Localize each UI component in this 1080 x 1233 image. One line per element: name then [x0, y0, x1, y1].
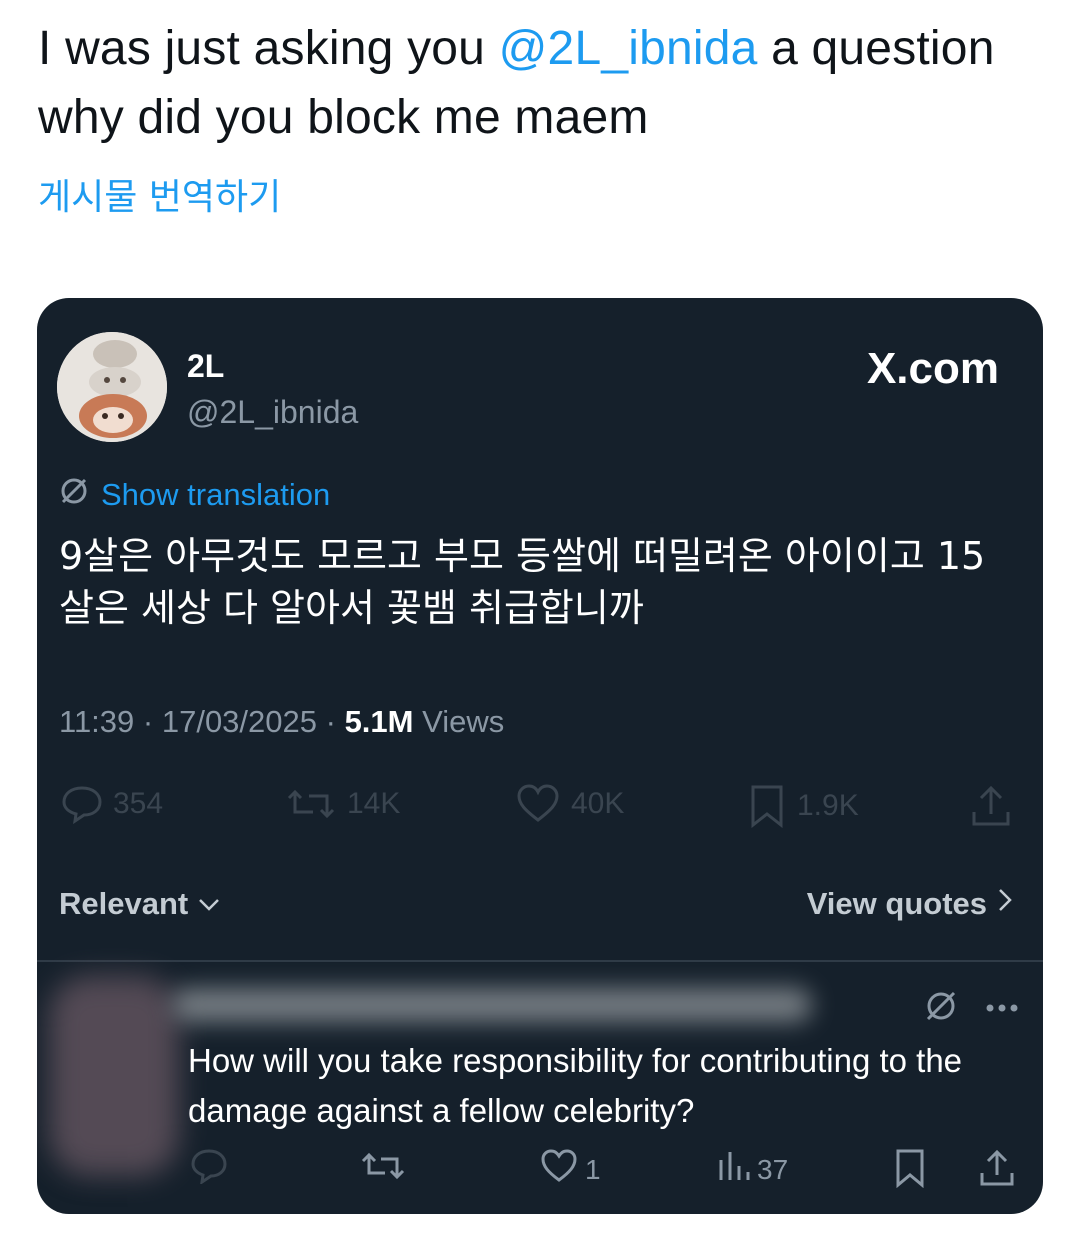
chevron-down-icon — [196, 886, 222, 922]
show-translation-label: Show translation — [101, 477, 331, 512]
post-meta: 11:39 · 17/03/2025 · 5.1M Views — [59, 704, 504, 740]
view-quotes-link[interactable]: View quotes — [807, 886, 1013, 922]
show-translation-link[interactable]: Show translation — [59, 476, 330, 514]
chevron-right-icon — [997, 886, 1013, 922]
more-options-icon[interactable] — [985, 1000, 1019, 1018]
post-actions: 354 14K 40K 1.9K — [59, 784, 1019, 828]
site-label: X.com — [866, 344, 999, 393]
reply-views-button[interactable]: 37 — [717, 1148, 788, 1191]
author-name[interactable]: 2L — [187, 348, 224, 385]
translate-icon[interactable] — [923, 988, 959, 1029]
bookmark-icon — [893, 1148, 927, 1195]
bookmark-button[interactable]: 1.9K — [747, 784, 859, 828]
tweet-text-before: I was just asking you — [38, 22, 499, 75]
bookmark-icon — [747, 784, 787, 828]
share-button[interactable] — [969, 784, 1013, 828]
reply-share-button[interactable] — [977, 1148, 1017, 1195]
views-icon — [717, 1148, 751, 1191]
views-count: 5.1M — [344, 704, 414, 739]
translate-icon — [59, 476, 89, 514]
meta-separator: · — [134, 704, 162, 739]
avatar[interactable] — [57, 332, 167, 442]
heart-icon — [539, 1148, 579, 1191]
repost-button[interactable]: 14K — [285, 784, 400, 824]
author-handle[interactable]: @2L_ibnida — [187, 394, 358, 431]
tweet-text: I was just asking you @2L_ibnida a quest… — [38, 14, 1048, 152]
like-button[interactable]: 40K — [515, 784, 624, 824]
reply-repost-button[interactable] — [359, 1148, 407, 1191]
embedded-post-card[interactable]: 2L @2L_ibnida X.com Show translation 9살은… — [37, 298, 1043, 1214]
repost-icon — [285, 784, 337, 824]
post-date[interactable]: 17/03/2025 — [162, 704, 317, 739]
repost-count: 14K — [347, 787, 401, 820]
views-label: Views — [422, 704, 505, 739]
heart-icon — [515, 784, 561, 824]
reply-icon — [189, 1148, 229, 1191]
divider — [37, 960, 1043, 962]
reply-actions: 1 37 — [37, 1148, 1043, 1192]
reply-icon — [61, 784, 103, 824]
post-time[interactable]: 11:39 — [59, 704, 134, 739]
reply-reply-button[interactable] — [189, 1148, 229, 1191]
sort-label: Relevant — [59, 886, 189, 921]
repost-icon — [359, 1148, 407, 1191]
translate-post-link[interactable]: 게시물 번역하기 — [38, 168, 281, 220]
share-icon — [969, 784, 1013, 828]
reply-like-count: 1 — [585, 1153, 601, 1185]
meta-separator: · — [317, 704, 345, 739]
share-icon — [977, 1148, 1017, 1195]
reply-avatar-blurred[interactable] — [49, 976, 179, 1176]
like-count: 40K — [571, 787, 625, 820]
reply-text: How will you take responsibility for con… — [188, 1042, 963, 1129]
view-quotes-label: View quotes — [806, 886, 987, 921]
reply-author-blurred[interactable] — [172, 988, 812, 1022]
sort-dropdown[interactable]: Relevant — [59, 886, 222, 922]
reply-header-icons — [923, 988, 1019, 1029]
reply-bookmark-button[interactable] — [893, 1148, 927, 1195]
bookmark-count: 1.9K — [797, 789, 859, 822]
mention-link[interactable]: @2L_ibnida — [499, 22, 758, 75]
reply-count: 354 — [113, 787, 164, 820]
reply-like-button[interactable]: 1 — [539, 1148, 601, 1191]
reply-button[interactable]: 354 — [61, 784, 163, 824]
reply-views-count: 37 — [757, 1153, 789, 1185]
post-body: 9살은 아무것도 모르고 부모 등쌀에 떠밀려온 아이이고 15살은 세상 다 … — [59, 534, 986, 630]
